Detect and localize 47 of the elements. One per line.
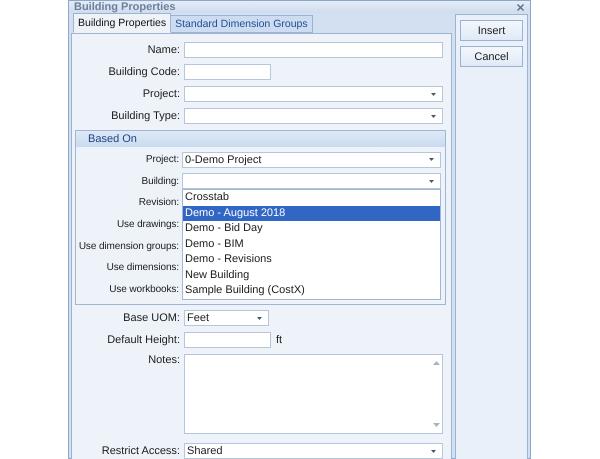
tab[interactable]: Standard Dimension Groups [170, 15, 313, 33]
caret-icon [431, 114, 436, 118]
dropdown-option[interactable]: Demo - BIM [183, 236, 440, 252]
notes-field[interactable] [184, 354, 443, 434]
caret-icon [431, 450, 436, 453]
dialog-button[interactable]: Cancel [460, 46, 523, 67]
dropdown-option[interactable]: Demo - Revisions [183, 252, 440, 268]
caret-icon [429, 180, 434, 183]
close-icon[interactable] [517, 4, 524, 10]
caret-icon [429, 158, 434, 162]
field-label: Base UOM: [122, 312, 181, 324]
dialog-button[interactable]: Insert [460, 20, 523, 41]
field-label: Building Code: [107, 66, 181, 78]
text-field[interactable] [184, 64, 271, 80]
scroll-up-icon[interactable] [432, 361, 440, 366]
field-label: Project: [144, 154, 180, 166]
dropdown-option[interactable]: New Building [183, 268, 440, 284]
scroll-down-icon[interactable] [432, 423, 440, 428]
group-title: Based On [88, 133, 137, 145]
dropdown-option[interactable]: Demo - Bid Day [183, 221, 440, 237]
dropdown-field[interactable]: 0-Demo Project [182, 152, 441, 168]
dropdown-option[interactable]: Demo - August 2018 [183, 206, 440, 222]
field-label: Use drawings: [116, 219, 180, 230]
field-label: Name: [146, 44, 181, 56]
tab[interactable]: Building Properties [73, 13, 172, 33]
caret-icon [257, 316, 262, 320]
window-title: Building Properties [74, 1, 176, 13]
text-field[interactable] [184, 332, 271, 348]
dropdown-field[interactable]: Feet [184, 310, 269, 326]
field-label: Default Height: [106, 334, 181, 346]
field-label: Building: [140, 176, 180, 187]
field-label: Building Type: [110, 110, 181, 122]
dropdown-option[interactable]: Crosstab [183, 190, 440, 206]
field-label: Notes: [147, 354, 181, 366]
dropdown-field[interactable] [184, 108, 443, 124]
dropdown-option[interactable]: Sample Building (CostX) [183, 283, 440, 299]
caret-icon [431, 92, 436, 96]
field-label: Project: [142, 88, 181, 100]
field-label: Revision: [138, 197, 180, 208]
field-label: Restrict Access: [100, 445, 181, 458]
field-label: Use workbooks: [108, 284, 180, 295]
field-label: Use dimension groups: [78, 240, 180, 252]
field-label: Use dimensions: [106, 262, 180, 274]
text-field[interactable] [184, 42, 443, 58]
unit-label: ft [276, 334, 282, 346]
dropdown-field[interactable] [184, 86, 443, 102]
dropdown-field[interactable]: Shared [184, 443, 443, 459]
